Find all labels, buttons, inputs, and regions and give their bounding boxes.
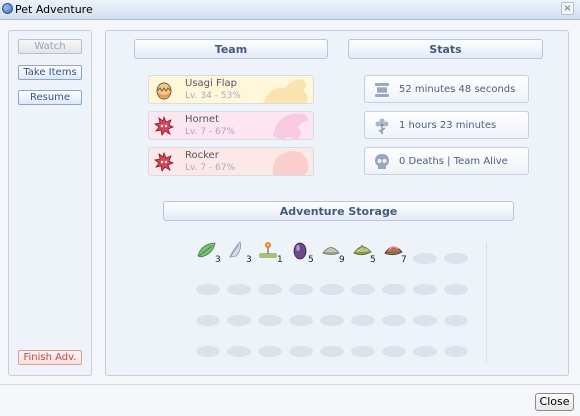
egg-icon xyxy=(156,82,172,100)
team-pet-card[interactable]: Rocker Lv. 7 - 67% xyxy=(148,147,314,176)
storage-slot[interactable] xyxy=(196,284,220,295)
finish-adventure-button[interactable]: Finish Adv. xyxy=(18,350,82,365)
storage-slot[interactable] xyxy=(227,315,251,326)
storage-slot[interactable] xyxy=(444,346,468,357)
pet-silhouette-icon xyxy=(272,151,309,175)
pet-level: Lv. 34 - 53% xyxy=(185,91,241,101)
team-status-text: 0 Deaths | Team Alive xyxy=(399,156,508,167)
storage-divider xyxy=(486,242,487,362)
duration-text: 52 minutes 48 seconds xyxy=(399,84,516,95)
spiky-red-pet-icon xyxy=(154,152,174,172)
item-count: 5 xyxy=(308,255,314,265)
storage-slot[interactable] xyxy=(196,315,220,326)
pet-level: Lv. 7 - 67% xyxy=(185,127,236,137)
window-title: Pet Adventure xyxy=(15,3,93,16)
skull-icon xyxy=(375,154,389,169)
storage-slot[interactable] xyxy=(258,346,282,357)
storage-slot[interactable] xyxy=(382,315,406,326)
pet-name: Rocker xyxy=(185,150,219,161)
take-items-button[interactable]: Take Items xyxy=(18,65,82,80)
close-button[interactable]: Close xyxy=(535,393,574,411)
storage-slot[interactable] xyxy=(227,346,251,357)
team-header: Team xyxy=(134,39,328,59)
pet-silhouette-icon xyxy=(263,79,308,103)
watch-button[interactable]: Watch xyxy=(18,39,82,54)
storage-slot[interactable] xyxy=(444,315,468,326)
storage-slot[interactable] xyxy=(289,284,313,295)
storage-slot[interactable] xyxy=(258,315,282,326)
item-count: 3 xyxy=(215,255,221,265)
window-icon xyxy=(2,3,13,14)
storage-slot[interactable] xyxy=(413,315,437,326)
flower-clock-icon xyxy=(375,118,389,134)
item-count: 5 xyxy=(370,255,376,265)
item-count: 7 xyxy=(401,255,407,265)
storage-slot[interactable] xyxy=(444,253,468,264)
time-remaining-text: 1 hours 23 minutes xyxy=(399,120,497,131)
stats-header: Stats xyxy=(348,39,543,59)
storage-slot[interactable] xyxy=(444,284,468,295)
resume-button[interactable]: Resume xyxy=(18,90,82,105)
pet-level: Lv. 7 - 67% xyxy=(185,163,236,173)
pet-silhouette-icon xyxy=(273,113,309,139)
title-bar[interactable]: Pet Adventure × xyxy=(0,0,580,20)
storage-slot[interactable] xyxy=(258,284,282,295)
team-pet-card[interactable]: Usagi Flap Lv. 34 - 53% xyxy=(148,75,314,104)
sidebar-panel xyxy=(8,30,92,376)
storage-slot[interactable] xyxy=(289,315,313,326)
storage-slot[interactable] xyxy=(227,284,251,295)
spiky-red-pet-icon xyxy=(154,116,174,136)
storage-slot[interactable] xyxy=(413,284,437,295)
storage-slot[interactable] xyxy=(351,315,375,326)
item-count: 9 xyxy=(339,255,345,265)
storage-slot[interactable] xyxy=(320,346,344,357)
storage-slot[interactable] xyxy=(320,315,344,326)
item-count: 1 xyxy=(277,255,283,265)
storage-slot[interactable] xyxy=(320,284,344,295)
storage-slot[interactable] xyxy=(351,284,375,295)
storage-slot[interactable] xyxy=(351,346,375,357)
team-pet-card[interactable]: Hornet Lv. 7 - 67% xyxy=(148,111,314,140)
footer-divider xyxy=(0,384,580,385)
title-close-icon[interactable]: × xyxy=(561,2,574,15)
time-remaining-stat: 1 hours 23 minutes xyxy=(364,111,529,139)
pet-adventure-window: Pet Adventure × Watch Take Items Resume … xyxy=(0,0,580,416)
storage-slot[interactable] xyxy=(196,346,220,357)
storage-slot[interactable] xyxy=(382,284,406,295)
pet-name: Usagi Flap xyxy=(185,78,237,89)
team-status-stat: 0 Deaths | Team Alive xyxy=(364,147,529,175)
adventure-storage-header: Adventure Storage xyxy=(163,201,514,221)
duration-stat: 52 minutes 48 seconds xyxy=(364,75,529,103)
storage-slot[interactable] xyxy=(382,346,406,357)
storage-slot[interactable] xyxy=(289,346,313,357)
storage-slot[interactable] xyxy=(413,253,437,264)
hourglass-icon xyxy=(375,83,389,97)
storage-slot[interactable] xyxy=(413,346,437,357)
item-count: 3 xyxy=(246,255,252,265)
pet-name: Hornet xyxy=(185,114,219,125)
